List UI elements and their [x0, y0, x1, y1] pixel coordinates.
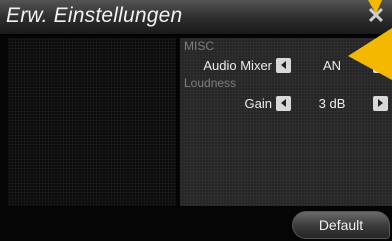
- section-header-misc: MISC: [184, 39, 214, 53]
- setting-label-audio-mixer: Audio Mixer: [203, 57, 272, 73]
- setting-value-gain: 3 dB: [318, 95, 346, 111]
- setting-label-gain: Gain: [244, 95, 272, 111]
- pointer-arrow-icon: [348, 0, 392, 80]
- section-header-loudness: Loudness: [184, 76, 237, 90]
- setting-row-gain: Gain 3 dB: [245, 94, 388, 112]
- window-title: Erw. Einstellungen: [6, 4, 183, 27]
- gain-decrease-button[interactable]: [276, 95, 291, 111]
- arrow-left-icon: [281, 99, 286, 107]
- arrow-right-icon: [378, 99, 383, 107]
- default-button[interactable]: Default: [292, 211, 390, 239]
- gain-increase-button[interactable]: [373, 95, 388, 111]
- arrow-left-icon: [281, 61, 286, 69]
- left-preview-pane: [8, 38, 176, 206]
- audio-mixer-decrease-button[interactable]: [276, 57, 291, 73]
